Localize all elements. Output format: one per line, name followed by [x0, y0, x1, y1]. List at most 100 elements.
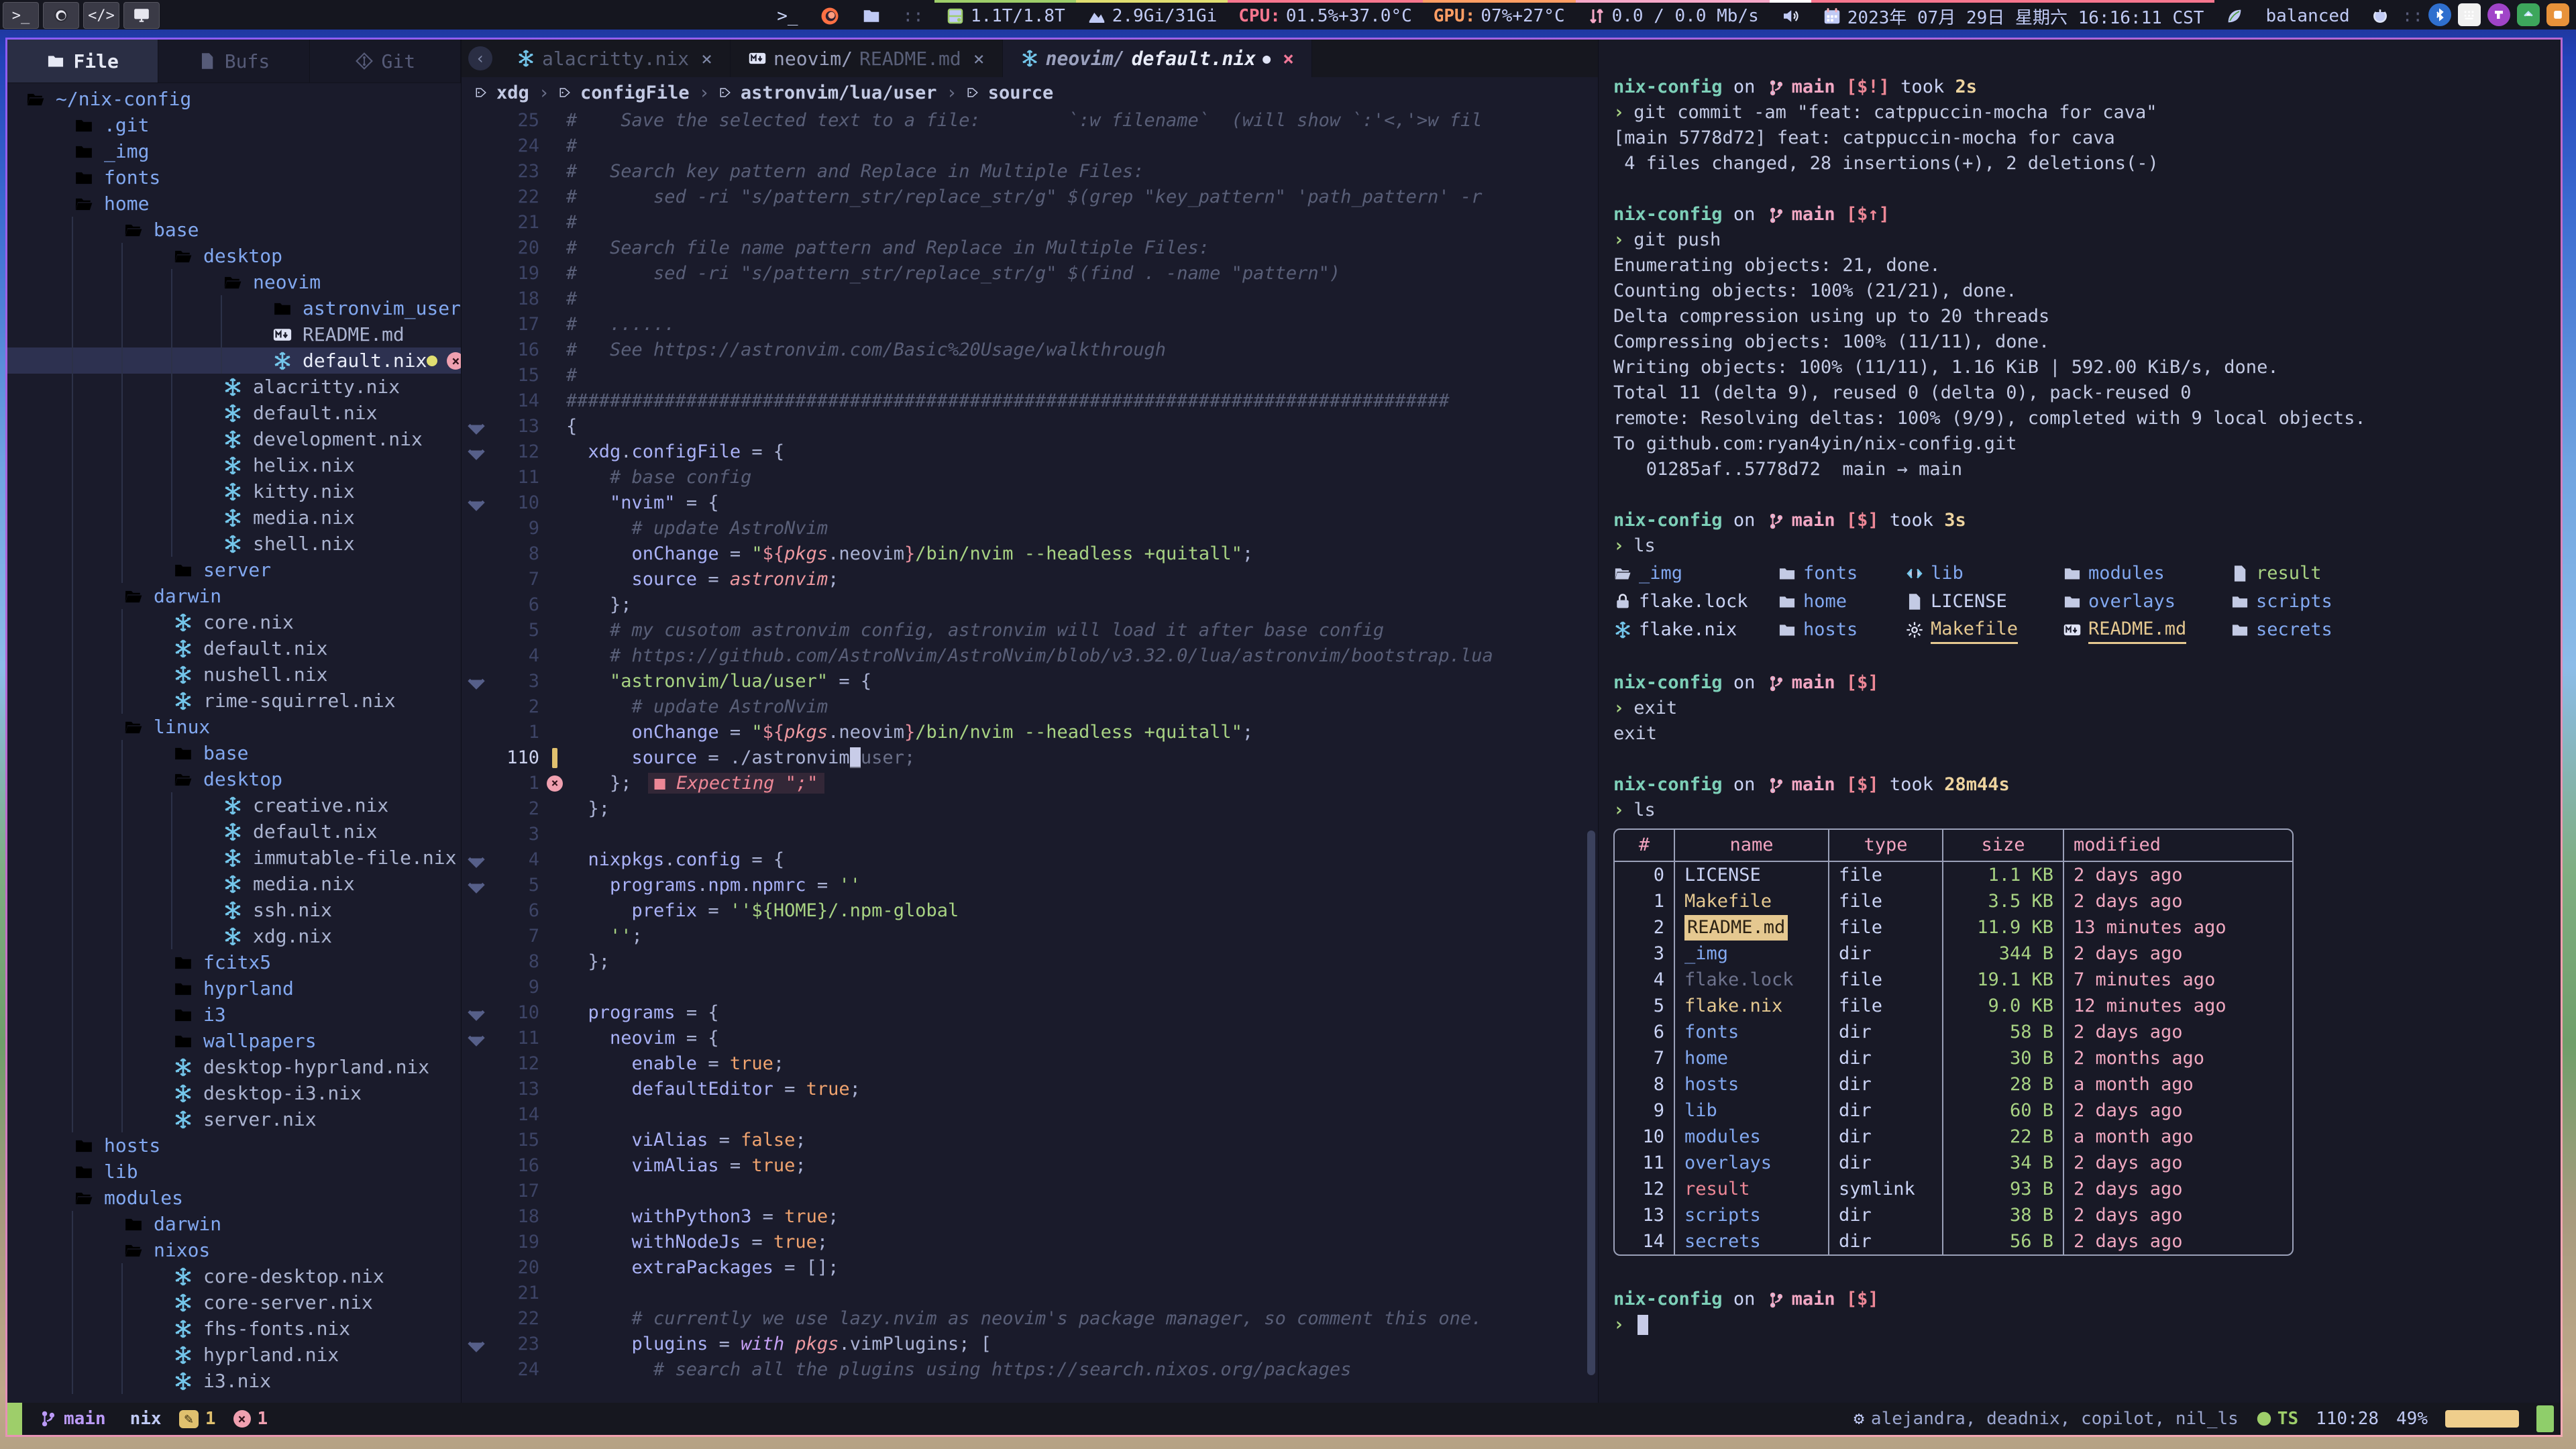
- code-line[interactable]: 8 };: [462, 949, 1598, 975]
- code-line[interactable]: 110 source = ./astronvim_user;: [462, 745, 1598, 771]
- code-line[interactable]: 1× };■ Expecting ";": [462, 771, 1598, 796]
- tree-item[interactable]: neovim: [7, 269, 461, 295]
- code-line[interactable]: 11 neovim = {: [462, 1026, 1598, 1051]
- tree-item[interactable]: .git: [7, 112, 461, 138]
- code-line[interactable]: 7 source = astronvim;: [462, 567, 1598, 592]
- code-line[interactable]: 11 # base config: [462, 465, 1598, 490]
- tree-item[interactable]: desktop-i3.nix: [7, 1080, 461, 1106]
- tree-item[interactable]: default.nix: [7, 818, 461, 845]
- code-line[interactable]: 8 onChange = "${pkgs.neovim}/bin/nvim --…: [462, 541, 1598, 567]
- stat-memory[interactable]: 2.9Gi/31Gi: [1076, 0, 1228, 30]
- shell-command[interactable]: ›ls: [1613, 533, 2561, 559]
- tree-item[interactable]: darwin: [7, 583, 461, 609]
- code-line[interactable]: 9: [462, 975, 1598, 1000]
- tree-item[interactable]: core-desktop.nix: [7, 1263, 461, 1289]
- breadcrumb-item[interactable]: source: [967, 83, 1054, 103]
- tree-item[interactable]: base: [7, 217, 461, 243]
- code-line[interactable]: 17# ......: [462, 312, 1598, 337]
- breadcrumb-item[interactable]: xdg: [475, 83, 529, 103]
- stat-gpu[interactable]: GPU:07%+27°C: [1423, 0, 1576, 30]
- stat-date[interactable]: 2023年 07月 29日 星期六 16:16:11 CST: [1811, 0, 2215, 30]
- code-line[interactable]: 2 # update AstroNvim: [462, 694, 1598, 720]
- fold-chevron-icon[interactable]: [462, 873, 491, 898]
- code-line[interactable]: 15#: [462, 363, 1598, 388]
- code-line[interactable]: 18 withPython3 = true;: [462, 1204, 1598, 1230]
- code-line[interactable]: 9 # update AstroNvim: [462, 516, 1598, 541]
- tab-close-icon[interactable]: ×: [1283, 48, 1294, 70]
- tree-item[interactable]: xdg.nix: [7, 923, 461, 949]
- ls-table-row[interactable]: 4flake.lockfile19.1 KB7 minutes ago: [1615, 967, 2292, 993]
- tree-item[interactable]: lib: [7, 1159, 461, 1185]
- code-area[interactable]: 25# Save the selected text to a file: `:…: [462, 108, 1598, 1403]
- tree-item[interactable]: hyprland.nix: [7, 1342, 461, 1368]
- ls-entry[interactable]: flake.nix: [1613, 616, 1778, 643]
- shell-command[interactable]: ›git push: [1613, 227, 2561, 253]
- tree-item[interactable]: creative.nix: [7, 792, 461, 818]
- code-line[interactable]: 6 };: [462, 592, 1598, 618]
- ls-table-row[interactable]: 3_imgdir344 B2 days ago: [1615, 941, 2292, 967]
- editor-tab-alacritty.nix[interactable]: alacritty.nix×: [499, 40, 731, 77]
- tree-item[interactable]: linux: [7, 714, 461, 740]
- shell-command[interactable]: ›git commit -am "feat: catppuccin-mocha …: [1613, 100, 2561, 125]
- tree-item[interactable]: _img: [7, 138, 461, 164]
- tree-item[interactable]: core-server.nix: [7, 1289, 461, 1316]
- tree-item[interactable]: server: [7, 557, 461, 583]
- ls-entry[interactable]: result: [2231, 560, 2561, 587]
- tree-item[interactable]: default.nix×: [7, 347, 461, 374]
- tree-item[interactable]: desktop: [7, 243, 461, 269]
- power-leaf-icon[interactable]: [2214, 0, 2255, 30]
- tray-bluetooth-icon[interactable]: [2428, 3, 2451, 26]
- code-line[interactable]: 21: [462, 1281, 1598, 1306]
- tab-scroll-left-icon[interactable]: ‹: [462, 40, 499, 77]
- tree-item[interactable]: home: [7, 191, 461, 217]
- workspace-files-icon[interactable]: [851, 0, 892, 30]
- stat-disk[interactable]: 1.1T/1.8T: [934, 0, 1076, 30]
- stat-cpu[interactable]: CPU:01.5%+37.0°C: [1228, 0, 1422, 30]
- tree-item[interactable]: immutable-file.nix: [7, 845, 461, 871]
- code-line[interactable]: 17: [462, 1179, 1598, 1204]
- ls-entry[interactable]: Makefile: [1905, 616, 2063, 643]
- tree-item[interactable]: development.nix: [7, 426, 461, 452]
- ls-table-row[interactable]: 0LICENSEfile1.1 KB2 days ago: [1615, 862, 2292, 888]
- statusline-branch[interactable]: main: [40, 1409, 106, 1429]
- stat-network[interactable]: 0.0 / 0.0 Mb/s: [1576, 0, 1770, 30]
- tree-item[interactable]: rime-squirrel.nix: [7, 688, 461, 714]
- tree-item[interactable]: media.nix: [7, 871, 461, 897]
- code-line[interactable]: 23 plugins = with pkgs.vimPlugins; [: [462, 1332, 1598, 1357]
- tree-item[interactable]: shell.nix: [7, 531, 461, 557]
- tree-item[interactable]: wallpapers: [7, 1028, 461, 1054]
- code-line[interactable]: 5 programs.npm.npmrc = '': [462, 873, 1598, 898]
- tree-item[interactable]: base: [7, 740, 461, 766]
- code-line[interactable]: 19 withNodeJs = true;: [462, 1230, 1598, 1255]
- code-line[interactable]: 16 vimAlias = true;: [462, 1153, 1598, 1179]
- tree-item[interactable]: server.nix: [7, 1106, 461, 1132]
- tree-item[interactable]: i3.nix: [7, 1368, 461, 1394]
- fold-chevron-icon[interactable]: [462, 439, 491, 465]
- ls-entry[interactable]: home: [1778, 588, 1905, 615]
- ls-table-row[interactable]: 6fontsdir58 B2 days ago: [1615, 1019, 2292, 1045]
- code-line[interactable]: 12 enable = true;: [462, 1051, 1598, 1077]
- tree-item[interactable]: nushell.nix: [7, 661, 461, 688]
- ls-table-row[interactable]: 12resultsymlink93 B2 days ago: [1615, 1176, 2292, 1202]
- browser-app-button[interactable]: [43, 2, 79, 29]
- tab-close-icon[interactable]: ×: [701, 48, 712, 70]
- code-line[interactable]: 6 prefix = ''${HOME}/.npm-global: [462, 898, 1598, 924]
- tree-item[interactable]: ssh.nix: [7, 897, 461, 923]
- fold-chevron-icon[interactable]: [462, 669, 491, 694]
- tree-item[interactable]: helix.nix: [7, 452, 461, 478]
- ls-entry[interactable]: _img: [1613, 560, 1778, 587]
- code-line[interactable]: 25# Save the selected text to a file: `:…: [462, 108, 1598, 133]
- ls-table-row[interactable]: 13scriptsdir38 B2 days ago: [1615, 1202, 2292, 1228]
- ls-table-row[interactable]: 14secretsdir56 B2 days ago: [1615, 1228, 2292, 1254]
- code-line[interactable]: 10 "nvim" = {: [462, 490, 1598, 516]
- ls-table-row[interactable]: 9libdir60 B2 days ago: [1615, 1097, 2292, 1124]
- tray-keyboard-icon[interactable]: [2458, 3, 2481, 26]
- tree-item[interactable]: modules: [7, 1185, 461, 1211]
- tree-item[interactable]: fcitx5: [7, 949, 461, 975]
- ls-entry[interactable]: lib: [1905, 560, 2063, 587]
- fold-chevron-icon[interactable]: [462, 1000, 491, 1026]
- terminal-app-button[interactable]: >_: [3, 2, 39, 29]
- code-line[interactable]: 19# sed -ri "s/pattern_str/replace_str/g…: [462, 261, 1598, 286]
- code-line[interactable]: 16# See https://astronvim.com/Basic%20Us…: [462, 337, 1598, 363]
- code-line[interactable]: 20 extraPackages = [];: [462, 1255, 1598, 1281]
